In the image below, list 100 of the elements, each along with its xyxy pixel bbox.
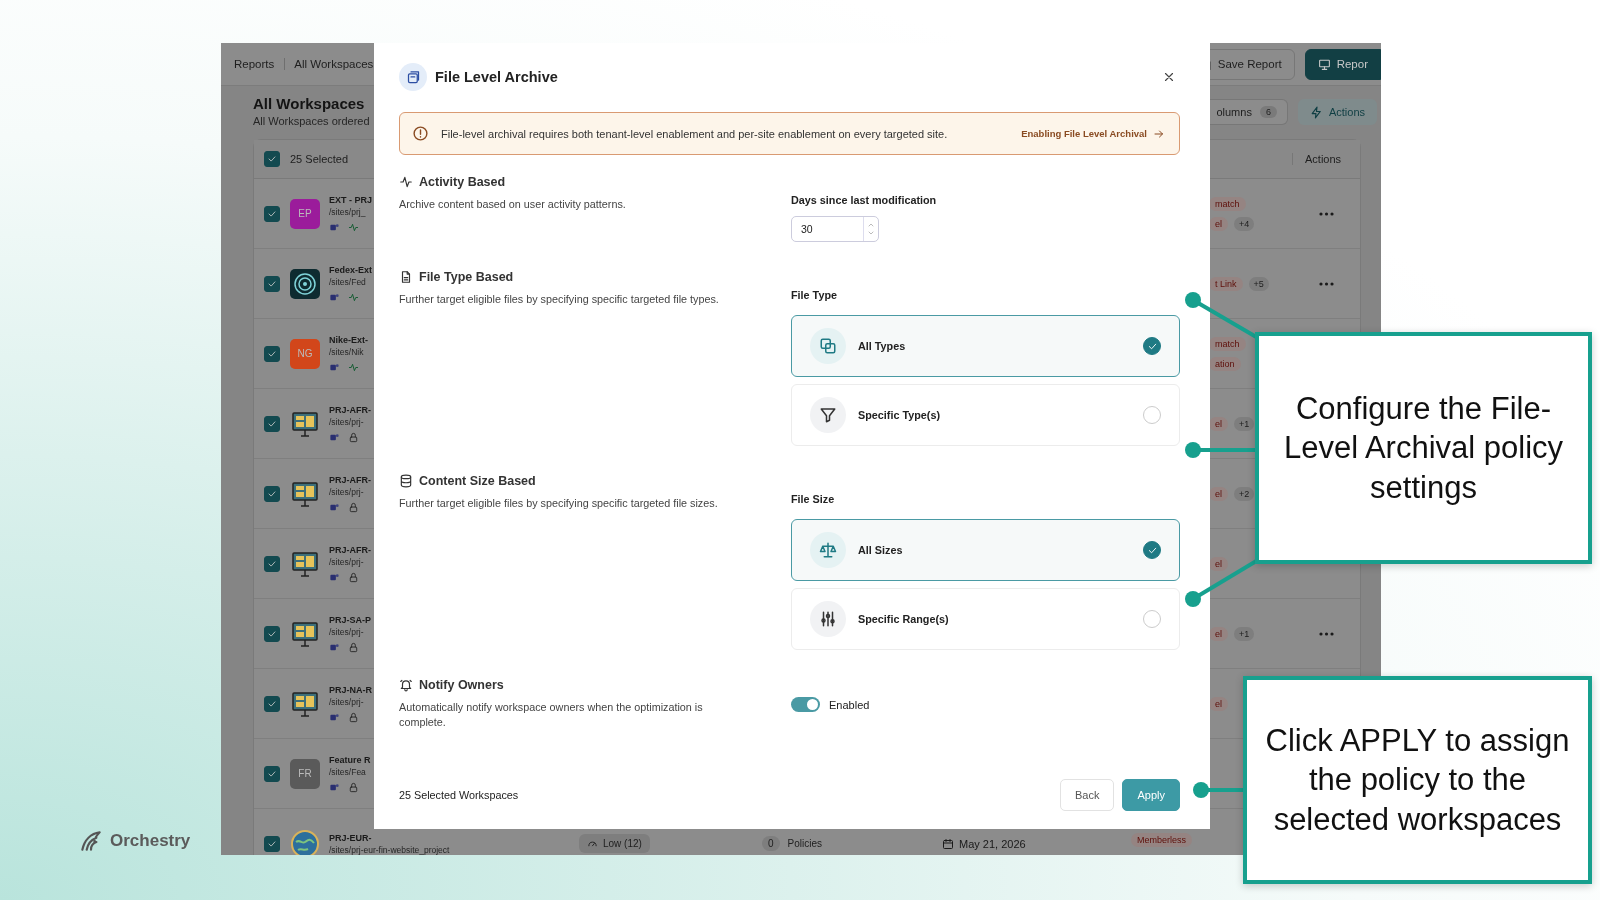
check-icon [267, 768, 277, 779]
section-title: Activity Based [419, 175, 506, 189]
workspace-name: PRJ-AFR- [329, 544, 371, 555]
report-button[interactable]: Repor [1304, 48, 1381, 80]
field-label: Days since last modification [791, 194, 938, 206]
sliders-icon [819, 610, 837, 628]
teams-icon [329, 571, 340, 583]
row-checkbox[interactable] [264, 695, 280, 712]
number-field[interactable]: 30 [791, 216, 879, 242]
swirl-logo-icon [78, 828, 104, 854]
dialog-title: File Level Archive [435, 69, 558, 85]
callout-text: Click APPLY to assign the policy to the selected workspaces [1264, 721, 1571, 839]
teams-icon [329, 221, 340, 233]
workspace-name: Nike-Ext- [329, 334, 368, 345]
row-checkbox[interactable] [264, 205, 280, 222]
bell-icon [399, 678, 413, 692]
more-count: +4 [1234, 216, 1255, 231]
breadcrumb-link[interactable]: All Workspaces [284, 58, 374, 70]
check-icon [267, 154, 277, 164]
warning-icon [412, 125, 429, 142]
activity-icon [348, 361, 359, 373]
check-icon [267, 698, 277, 709]
gauge-icon [587, 838, 598, 849]
copy-icon [819, 337, 837, 355]
workspace-path: /sites/Fea [329, 766, 366, 777]
check-icon [267, 558, 277, 569]
select-all-checkbox[interactable] [264, 151, 280, 167]
workspace-name: PRJ-AFR- [329, 474, 371, 485]
filter-icon [819, 406, 837, 424]
row-checkbox[interactable] [264, 485, 280, 502]
more-icon[interactable] [1318, 281, 1334, 286]
more-count: +2 [1234, 486, 1255, 501]
breadcrumb-link[interactable]: Reports [234, 58, 275, 70]
issue-tag: ation [1209, 356, 1241, 371]
option-card[interactable]: All Types [791, 315, 1180, 377]
workspace-name: Feature R [329, 754, 371, 765]
teams-icon [329, 431, 340, 443]
check-icon [267, 208, 277, 219]
column-header: Actions [1292, 153, 1360, 165]
check-icon [267, 628, 277, 639]
workspace-path: /sites/prj- [329, 626, 364, 637]
avatar: EP [290, 198, 320, 229]
radio-button[interactable] [1143, 337, 1161, 355]
option-label: Specific Range(s) [858, 613, 949, 625]
option-card[interactable]: Specific Range(s) [791, 588, 1180, 650]
teams-icon [329, 781, 340, 793]
back-button[interactable]: Back [1060, 779, 1115, 811]
workspace-name: Fedex-Ext [329, 264, 372, 275]
more-count: +1 [1234, 626, 1255, 641]
workspace-path: /sites/prj- [329, 556, 364, 567]
row-checkbox[interactable] [264, 625, 280, 642]
more-icon[interactable] [1318, 211, 1334, 216]
radio-button[interactable] [1143, 541, 1161, 559]
check-icon [267, 418, 277, 429]
option-card[interactable]: Specific Type(s) [791, 384, 1180, 446]
section-title: Notify Owners [419, 678, 504, 692]
up-chevron-icon [867, 221, 875, 229]
row-checkbox[interactable] [264, 345, 280, 362]
archive-icon [405, 69, 421, 85]
workspace-path: /sites/prj_ [329, 206, 366, 217]
document-icon [399, 270, 413, 284]
workspace-path: /sites/prj- [329, 486, 364, 497]
option-label: All Types [858, 340, 906, 352]
teams-icon [329, 641, 340, 653]
warning-text: File-level archival requires both tenant-level enablement and per-site enablement on every targeted site. [441, 127, 948, 140]
more-icon[interactable] [1318, 631, 1334, 636]
lock-icon [348, 781, 359, 793]
row-checkbox[interactable] [264, 275, 280, 292]
workspace-path: /sites/prj-eur-fin-website_project [329, 844, 450, 855]
teams-icon [329, 361, 340, 373]
database-icon [399, 474, 413, 488]
help-link[interactable]: Enabling File Level Archival [1021, 127, 1165, 140]
row-checkbox[interactable] [264, 765, 280, 782]
option-card[interactable]: All Sizes [791, 519, 1180, 581]
presentation-icon [1317, 57, 1331, 71]
arrow-right-icon [1153, 127, 1165, 140]
section-description: Further target eligible files by specifying specific targeted file sizes. [399, 496, 719, 511]
check-icon [267, 278, 277, 289]
policy-count: 0 [762, 836, 780, 851]
lightning-icon [1309, 105, 1323, 119]
teams-icon [329, 291, 340, 303]
down-chevron-icon [867, 229, 875, 237]
scale-icon [819, 541, 837, 559]
workspace-name: PRJ-NA-R [329, 684, 372, 695]
toggle-switch[interactable] [791, 697, 820, 712]
section-description: Automatically notify workspace owners when the optimization is complete. [399, 700, 704, 731]
row-checkbox[interactable] [264, 835, 280, 852]
row-checkbox[interactable] [264, 415, 280, 432]
check-icon [267, 838, 277, 849]
workspace-name: PRJ-SA-P [329, 614, 371, 625]
selected-count: 25 Selected [290, 153, 349, 165]
pulse-icon [399, 175, 413, 189]
toggle-label: Enabled [829, 698, 870, 711]
activity-icon [348, 221, 359, 233]
workspace-path: /sites/Fed [329, 276, 366, 287]
workspace-path: /sites/prj- [329, 696, 364, 707]
teams-icon [329, 501, 340, 513]
issue-tag: Memberless [1131, 832, 1192, 847]
row-checkbox[interactable] [264, 555, 280, 572]
calendar-icon [942, 837, 954, 850]
